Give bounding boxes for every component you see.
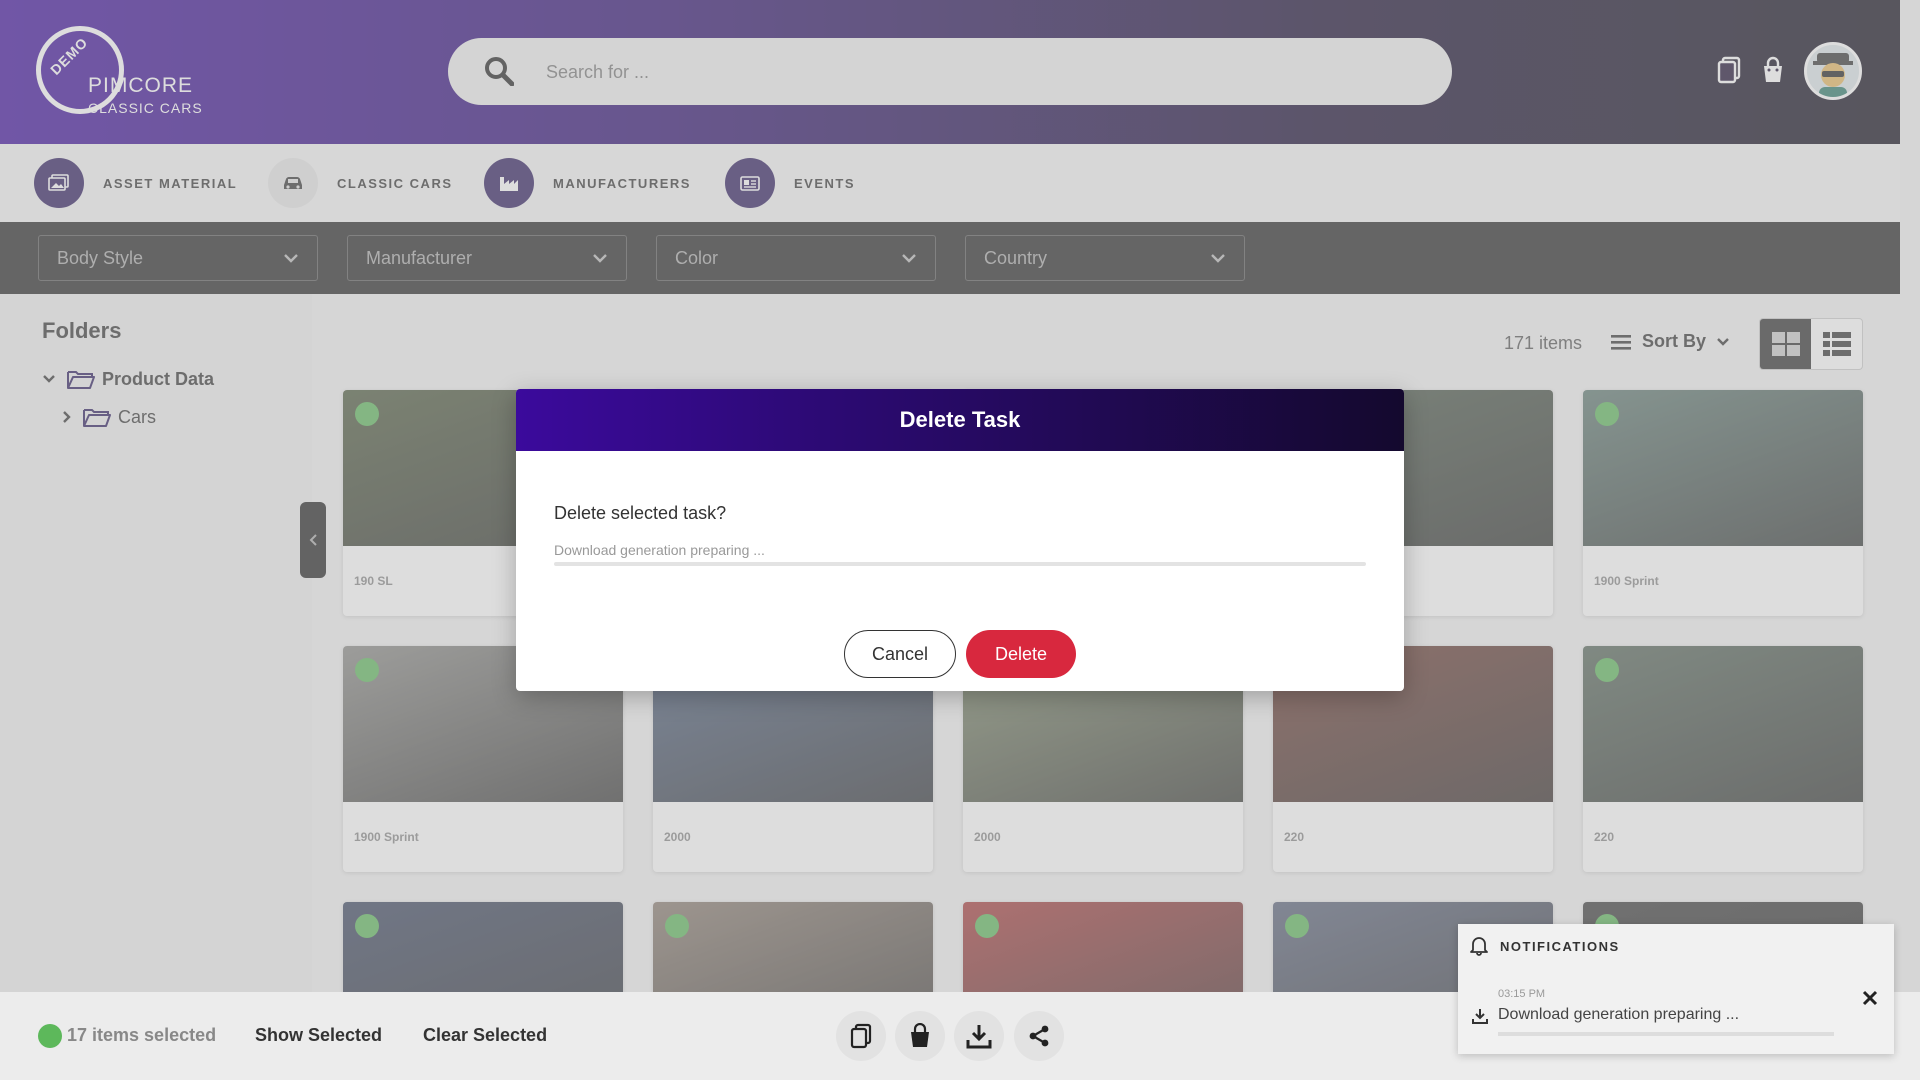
notifications-header: NOTIFICATIONS [1470, 936, 1620, 956]
dialog-task-status: Download generation preparing ... [554, 542, 765, 558]
add-to-bag-button[interactable] [895, 1011, 945, 1061]
download-icon [1472, 1009, 1488, 1024]
share-icon [1029, 1025, 1049, 1047]
notification-time: 03:15 PM [1498, 988, 1546, 1000]
copy-selected-button[interactable] [836, 1011, 886, 1061]
dialog-question: Delete selected task? [554, 503, 727, 523]
bell-icon [1470, 937, 1488, 956]
clear-selected-button[interactable]: Clear Selected [423, 1025, 547, 1046]
dialog-progress-bar [554, 562, 1366, 566]
share-button[interactable] [1014, 1011, 1064, 1061]
download-button[interactable] [954, 1011, 1004, 1061]
dialog-header: Delete Task [516, 389, 1404, 451]
show-selected-button[interactable]: Show Selected [255, 1025, 382, 1046]
copy-icon [850, 1023, 872, 1049]
shopping-bag-icon [911, 1023, 929, 1047]
notification-message: Download generation preparing ... [1498, 1006, 1740, 1023]
delete-button[interactable]: Delete [966, 630, 1076, 678]
download-icon [966, 1025, 992, 1049]
selected-indicator [38, 1024, 62, 1048]
notification-progress-bar [1498, 1032, 1834, 1036]
close-icon[interactable] [1862, 990, 1878, 1006]
notifications-panel: NOTIFICATIONS 03:15 PM Download generati… [1458, 924, 1894, 1054]
selected-count: 17 items selected [67, 1025, 217, 1045]
delete-task-dialog: Delete Task Delete selected task? Downlo… [516, 389, 1404, 691]
dialog-title: Delete Task [899, 407, 1021, 432]
notifications-title: NOTIFICATIONS [1500, 938, 1620, 954]
cancel-button[interactable]: Cancel [844, 630, 956, 678]
